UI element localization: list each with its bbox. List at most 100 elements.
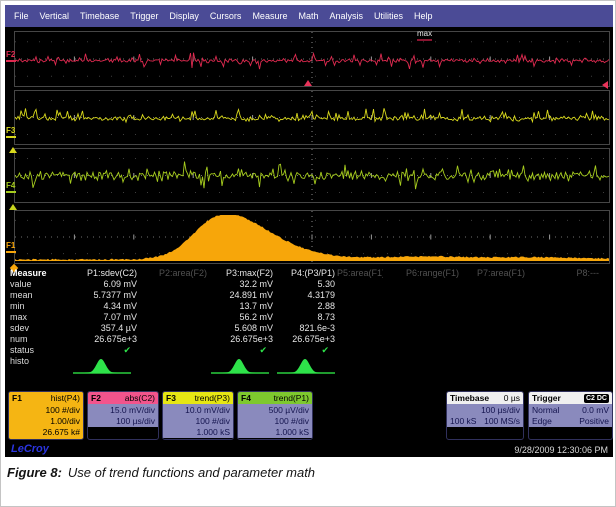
measure-row-sdev: sdev357.4 µV5.608 mV821.6e-3 bbox=[9, 323, 609, 334]
measure-col-header-8[interactable]: P8:--- bbox=[527, 268, 601, 279]
measure-P1-value: 6.09 mV bbox=[55, 279, 139, 290]
measure-row-min: min4.34 mV13.7 mV2.88 bbox=[9, 301, 609, 312]
menu-math[interactable]: Math bbox=[298, 11, 318, 21]
figure-caption: Figure 8: Use of trend functions and para… bbox=[7, 465, 315, 480]
measure-P3-num: 26.675e+3 bbox=[209, 334, 275, 345]
channel-descriptor-f3[interactable]: F3trend(P3)10.0 mV/div100 #/div1.000 kS bbox=[162, 391, 234, 440]
measure-col-header-2[interactable]: P2:area(F2) bbox=[139, 268, 209, 279]
measure-col-header-4[interactable]: P4:(P3/P1) bbox=[275, 268, 337, 279]
measure-title: Measure bbox=[9, 268, 55, 279]
measure-P3-max: 56.2 mV bbox=[209, 312, 275, 323]
measure-P1-mean: 5.7377 mV bbox=[55, 290, 139, 301]
trigger-level: 0.0 mV bbox=[582, 405, 609, 416]
measure-P5-max bbox=[337, 312, 383, 323]
channel-descriptor-f1[interactable]: F1hist(P4)100 #/div1.00/div26.675 k# bbox=[8, 391, 84, 440]
menu-timebase[interactable]: Timebase bbox=[80, 11, 119, 21]
measure-P7-num bbox=[461, 334, 527, 345]
menu-cursors[interactable]: Cursors bbox=[210, 11, 242, 21]
menu-display[interactable]: Display bbox=[169, 11, 199, 21]
measure-P8-max bbox=[527, 312, 601, 323]
measure-col-header-3[interactable]: P3:max(F2) bbox=[209, 268, 275, 279]
measure-P3-status-icon: ✔ bbox=[209, 345, 275, 356]
measure-P7-min bbox=[461, 301, 527, 312]
measure-P7-max bbox=[461, 312, 527, 323]
measure-P1-histicon bbox=[55, 356, 139, 378]
menu-help[interactable]: Help bbox=[414, 11, 433, 21]
measure-row-num: num26.675e+326.675e+326.675e+3 bbox=[9, 334, 609, 345]
grid-f1 bbox=[14, 210, 610, 264]
measure-P8-mean bbox=[527, 290, 601, 301]
descriptor-f3-id: F3 bbox=[166, 393, 176, 404]
measure-rowlabel-value: value bbox=[9, 279, 55, 290]
trigger-title: Trigger bbox=[532, 393, 561, 404]
descriptor-f1-line1: 100 #/div bbox=[12, 405, 80, 416]
timebase-scale: 100 µs/div bbox=[450, 405, 520, 416]
measure-P8-value bbox=[527, 279, 601, 290]
menu-vertical[interactable]: Vertical bbox=[40, 11, 70, 21]
trace-label-f1[interactable]: F1 bbox=[6, 242, 16, 253]
descriptor-f1-body: 100 #/div1.00/div26.675 k# bbox=[9, 404, 83, 438]
measure-col-header-1[interactable]: P1:sdev(C2) bbox=[55, 268, 139, 279]
measure-P4-histicon bbox=[275, 356, 337, 378]
measure-P8-status-icon bbox=[527, 345, 601, 356]
measure-col-header-5[interactable]: P5:area(F1) bbox=[337, 268, 383, 279]
menu-analysis[interactable]: Analysis bbox=[329, 11, 363, 21]
timebase-descriptor[interactable]: Timebase 0 µs 100 µs/div 100 kS 100 MS/s bbox=[446, 391, 524, 440]
channel-descriptor-f4[interactable]: F4trend(P1)500 µV/div100 #/div1.000 kS bbox=[237, 391, 313, 440]
measure-P6-mean bbox=[383, 290, 461, 301]
descriptor-f2-function: abs(C2) bbox=[125, 393, 155, 404]
descriptor-f4-line1: 500 µV/div bbox=[241, 405, 309, 416]
trace-label-f3[interactable]: F3 bbox=[6, 127, 16, 138]
channel-descriptor-f2[interactable]: F2abs(C2)15.0 mV/div100 µs/div bbox=[87, 391, 159, 440]
measure-P5-sdev bbox=[337, 323, 383, 334]
measure-P7-mean bbox=[461, 290, 527, 301]
menu-measure[interactable]: Measure bbox=[252, 11, 287, 21]
descriptor-f1-line3: 26.675 k# bbox=[12, 427, 80, 438]
measure-rowlabel-sdev: sdev bbox=[9, 323, 55, 334]
f4-zero-marker-icon[interactable] bbox=[9, 204, 17, 210]
menu-utilities[interactable]: Utilities bbox=[374, 11, 403, 21]
measure-P4-num: 26.675e+3 bbox=[275, 334, 337, 345]
descriptor-f1-id: F1 bbox=[12, 393, 22, 404]
descriptor-f4-id: F4 bbox=[241, 393, 251, 404]
measure-P1-min: 4.34 mV bbox=[55, 301, 139, 312]
menu-file[interactable]: File bbox=[14, 11, 29, 21]
trigger-position-marker-icon[interactable] bbox=[304, 80, 312, 86]
trace-label-f4[interactable]: F4 bbox=[6, 182, 16, 193]
measure-table: MeasureP1:sdev(C2)P2:area(F2)P3:max(F2)P… bbox=[9, 268, 609, 378]
measure-P8-num bbox=[527, 334, 601, 345]
figure-caption-text: Use of trend functions and parameter mat… bbox=[68, 465, 315, 480]
measure-P1-num: 26.675e+3 bbox=[55, 334, 139, 345]
trace-label-f2[interactable]: F2 bbox=[6, 51, 16, 62]
measure-col-header-6[interactable]: P6:range(F1) bbox=[383, 268, 461, 279]
descriptor-f1-header: F1hist(P4) bbox=[9, 392, 83, 404]
measure-rowlabel-histo: histo bbox=[9, 356, 55, 378]
figure-caption-label: Figure 8: bbox=[7, 465, 62, 480]
measure-P6-sdev bbox=[383, 323, 461, 334]
measure-header-row: MeasureP1:sdev(C2)P2:area(F2)P3:max(F2)P… bbox=[9, 268, 609, 279]
measure-P3-value: 32.2 mV bbox=[209, 279, 275, 290]
measure-P2-sdev bbox=[139, 323, 209, 334]
measure-P6-histicon bbox=[383, 356, 461, 378]
mini-histogram-icon bbox=[275, 356, 337, 376]
measure-row-histo: histo bbox=[9, 356, 609, 378]
grid-f3 bbox=[14, 90, 610, 145]
document-page: File Vertical Timebase Trigger Display Cursor… bbox=[0, 0, 616, 507]
measure-P2-num bbox=[139, 334, 209, 345]
mini-histogram-icon bbox=[71, 356, 133, 376]
measure-row-value: value6.09 mV 32.2 mV5.30 bbox=[9, 279, 609, 290]
measure-P4-value: 5.30 bbox=[275, 279, 337, 290]
measure-col-header-7[interactable]: P7:area(F1) bbox=[461, 268, 527, 279]
trigger-descriptor[interactable]: Trigger C2 DC Normal 0.0 mV Edge Positiv… bbox=[528, 391, 613, 440]
measure-P5-status-icon bbox=[337, 345, 383, 356]
f3-zero-marker-icon[interactable] bbox=[9, 147, 17, 153]
measure-P1-max: 7.07 mV bbox=[55, 312, 139, 323]
descriptor-f2-line1: 15.0 mV/div bbox=[91, 405, 155, 416]
menu-trigger[interactable]: Trigger bbox=[130, 11, 158, 21]
measure-P6-value bbox=[383, 279, 461, 290]
descriptor-f2-id: F2 bbox=[91, 393, 101, 404]
measure-P8-histicon bbox=[527, 356, 601, 378]
waveform-f3 bbox=[15, 91, 609, 144]
trigger-level-marker-icon[interactable] bbox=[602, 81, 608, 89]
measure-P7-status-icon bbox=[461, 345, 527, 356]
